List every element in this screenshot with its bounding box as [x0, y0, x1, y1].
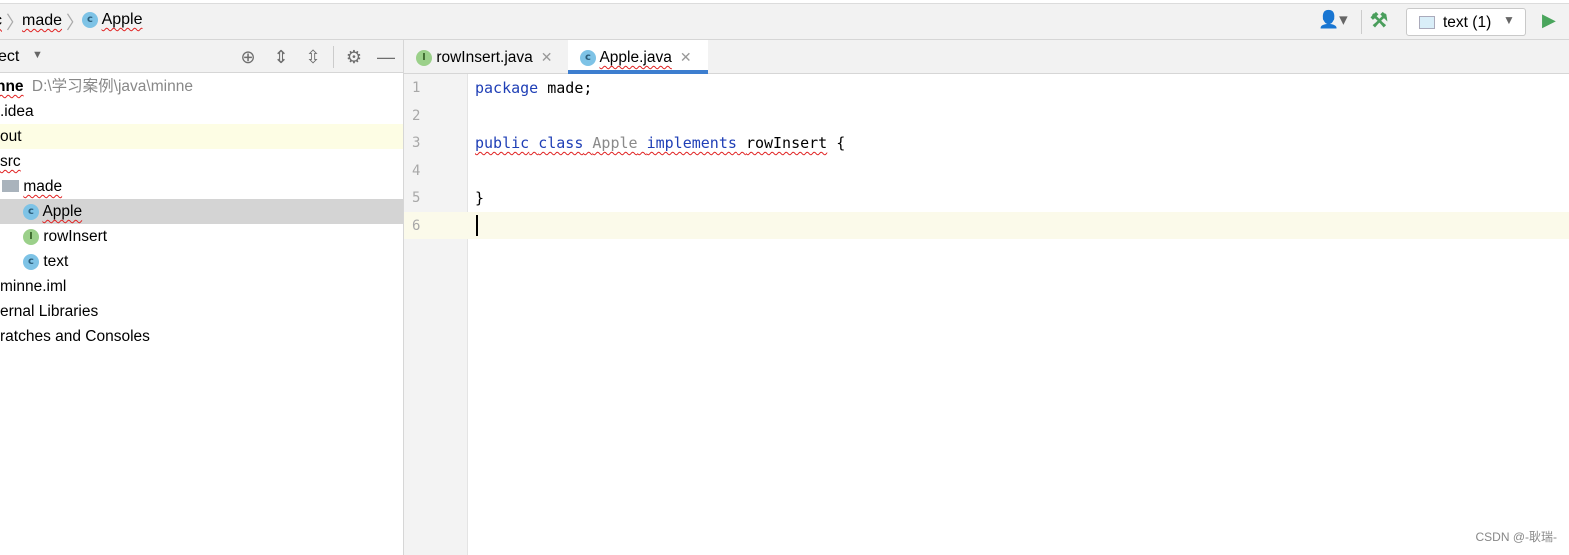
user-icon[interactable]: 👤▾ — [1318, 10, 1348, 30]
watermark: CSDN @-耿瑞- — [1475, 530, 1557, 544]
project-panel-header: ect ▼ ⊕ ⇕ ⇳ ⚙ — — [0, 40, 403, 73]
editor-tabs: I rowInsert.java ✕ c Apple.java ✕ — [404, 40, 1569, 74]
chevron-down-icon[interactable]: ▼ — [32, 49, 43, 61]
line-number: 3 — [412, 135, 421, 151]
run-icon[interactable]: ▶ — [1542, 10, 1556, 31]
tab-rowinsert[interactable]: I rowInsert.java ✕ — [404, 40, 568, 74]
window-icon — [1419, 16, 1435, 29]
text-caret — [476, 215, 478, 236]
line-number: 6 — [412, 218, 421, 234]
tree-item-src[interactable]: src — [0, 149, 403, 174]
run-config-select[interactable]: text (1) ▼ — [1406, 8, 1526, 36]
package-folder-icon — [2, 180, 19, 192]
build-hammer-icon[interactable]: ⚒ — [1370, 8, 1388, 33]
line-number: 4 — [412, 163, 421, 179]
navigation-bar: c 〉 made 〉 c Apple 👤▾ ⚒ text (1) ▼ ▶ — [0, 4, 1569, 40]
tree-item-text[interactable]: c text — [0, 249, 403, 274]
tree-item-iml[interactable]: minne.iml — [0, 274, 403, 299]
gear-icon[interactable]: ⚙ — [343, 46, 365, 68]
breadcrumb-made[interactable]: made — [22, 12, 62, 30]
close-icon[interactable]: ✕ — [541, 49, 553, 65]
class-icon: c — [580, 49, 596, 66]
breadcrumb-apple[interactable]: c Apple — [82, 11, 142, 29]
tree-item-apple[interactable]: c Apple — [0, 199, 403, 224]
interface-icon: I — [416, 49, 432, 66]
project-panel: ect ▼ ⊕ ⇕ ⇳ ⚙ — nne D:\学习案例\java\minne .… — [0, 40, 404, 555]
tab-apple[interactable]: c Apple.java ✕ — [568, 40, 708, 74]
runnable-class-icon: c — [23, 253, 39, 270]
code-line-1[interactable]: package made; — [475, 79, 592, 97]
interface-icon: I — [23, 228, 39, 245]
locate-icon[interactable]: ⊕ — [237, 46, 259, 68]
divider — [333, 46, 334, 68]
tree-item-scratches[interactable]: ratches and Consoles — [0, 324, 403, 349]
line-number: 1 — [412, 80, 421, 96]
tree-item-external-libraries[interactable]: ernal Libraries — [0, 299, 403, 324]
expand-all-icon[interactable]: ⇕ — [270, 46, 292, 68]
chevron-down-icon: ▼ — [1503, 13, 1515, 27]
close-icon[interactable]: ✕ — [680, 49, 692, 65]
tree-item-project[interactable]: nne D:\学习案例\java\minne — [0, 74, 403, 99]
tree-item-rowinsert[interactable]: I rowInsert — [0, 224, 403, 249]
divider — [1361, 10, 1362, 34]
tree-item-made[interactable]: made — [0, 174, 403, 199]
class-icon: c — [82, 11, 98, 28]
line-number: 2 — [412, 108, 421, 124]
code-line-5[interactable]: } — [475, 189, 484, 207]
tree-item-idea[interactable]: .idea — [0, 99, 403, 124]
tree-item-out[interactable]: out — [0, 124, 403, 149]
current-line-highlight — [468, 212, 1569, 239]
breadcrumb-src[interactable]: c — [0, 12, 2, 30]
line-number: 5 — [412, 190, 421, 206]
minimize-icon[interactable]: — — [375, 46, 397, 68]
class-icon: c — [23, 203, 39, 220]
code-line-3[interactable]: public class Apple implements rowInsert … — [475, 134, 845, 152]
collapse-all-icon[interactable]: ⇳ — [302, 46, 324, 68]
